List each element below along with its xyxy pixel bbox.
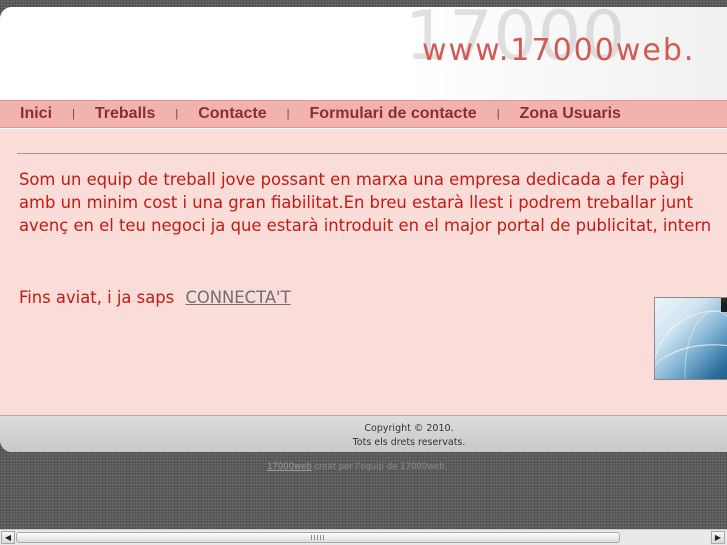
copyright-line: Copyright © 2010.	[364, 423, 454, 434]
intro-line: amb un minim cost i una gran fiabilitat.…	[19, 193, 693, 212]
scroll-right-arrow-icon[interactable]: ▶	[711, 531, 725, 544]
connect-link[interactable]: CONNECTA'T	[185, 288, 290, 307]
intro-line: Som un equip de treball jove possant en …	[19, 170, 685, 189]
nav-item-zona-usuaris[interactable]: Zona Usuaris	[520, 105, 621, 123]
intro-paragraph: Som un equip de treball jove possant en …	[19, 168, 727, 237]
nav-separator: |	[286, 108, 290, 120]
site-header: 17000 www.17000web.	[0, 7, 727, 100]
site-credit: 17000web creat per l'equip de 17000web.	[267, 462, 447, 472]
scrollbar-thumb[interactable]	[16, 532, 620, 543]
credit-link[interactable]: 17000web	[267, 462, 312, 472]
nav-item-inici[interactable]: Inici	[20, 105, 52, 123]
main-content: Som un equip de treball jove possant en …	[0, 129, 727, 415]
credit-text: creat per l'equip de 17000web.	[311, 462, 448, 472]
nav-separator: |	[72, 108, 75, 120]
nav-separator: |	[496, 108, 500, 120]
intro-line: avenç en el teu negoci ja que estarà int…	[19, 216, 712, 235]
site-footer: Copyright © 2010. Tots els drets reserva…	[0, 415, 727, 452]
closing-text: Fins aviat, i ja saps	[19, 288, 175, 307]
nav-item-treballs[interactable]: Treballs	[95, 105, 155, 123]
page-frame: 17000 www.17000web. Inici | Treballs | C…	[0, 7, 727, 452]
nav-item-contacte[interactable]: Contacte	[198, 105, 266, 123]
site-logo[interactable]: www.17000web.	[422, 33, 695, 68]
closing-line: Fins aviat, i ja saps CONNECTA'T	[19, 288, 291, 307]
thumb-grip-icon	[311, 535, 325, 540]
globe-icon	[655, 298, 727, 379]
globe-business-image	[654, 297, 727, 380]
scroll-left-arrow-icon[interactable]: ◀	[1, 531, 15, 544]
content-divider	[17, 153, 727, 154]
nav-separator: |	[175, 108, 179, 120]
rights-line: Tots els drets reservats.	[352, 437, 466, 448]
copyright-notice: Copyright © 2010. Tots els drets reserva…	[0, 422, 727, 450]
nav-item-formulari-contacte[interactable]: Formulari de contacte	[310, 105, 477, 123]
horizontal-scrollbar[interactable]: ◀ ▶	[0, 529, 727, 545]
main-navigation: Inici | Treballs | Contacte | Formulari …	[0, 100, 727, 128]
